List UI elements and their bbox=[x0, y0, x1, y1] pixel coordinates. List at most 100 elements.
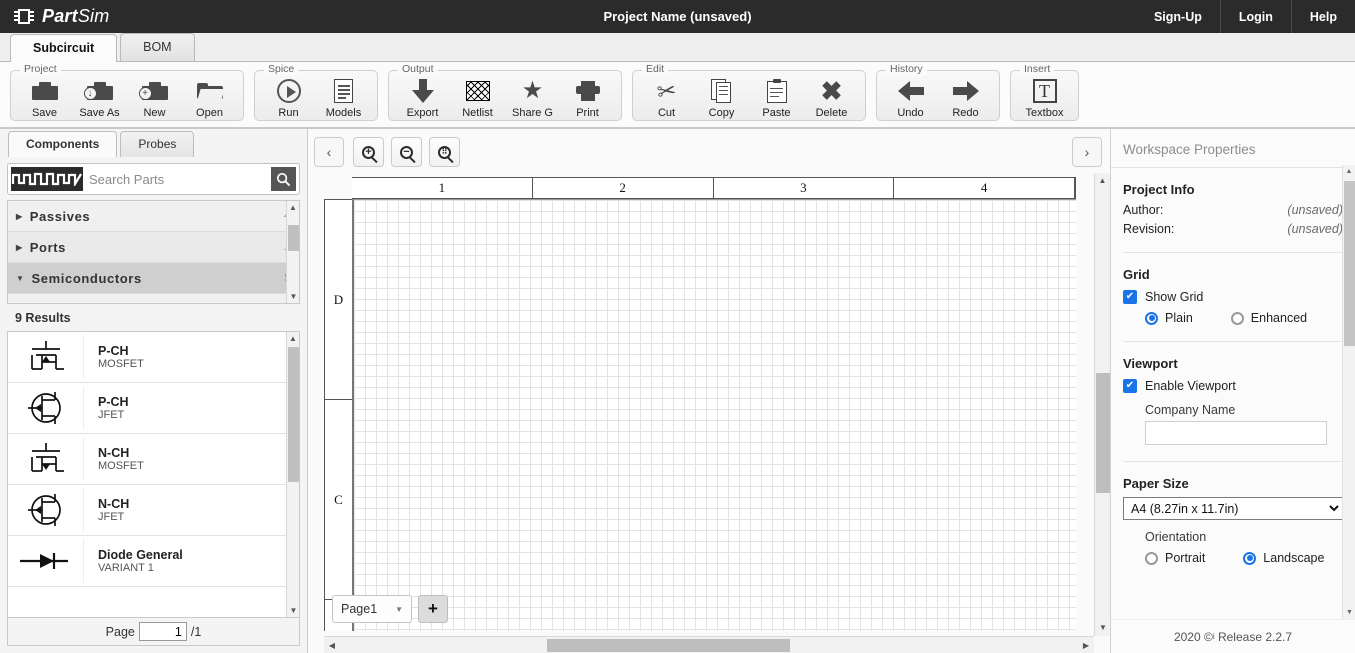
scroll-up-arrow-icon[interactable]: ▲ bbox=[1343, 165, 1355, 178]
search-icon[interactable] bbox=[271, 167, 296, 191]
author-row: Author: (unsaved) bbox=[1123, 203, 1343, 217]
models-button[interactable]: Models bbox=[316, 75, 371, 119]
list-item[interactable]: P-CH MOSFET bbox=[8, 332, 299, 383]
category-semiconductors[interactable]: ▼ Semiconductors 9 bbox=[8, 263, 299, 294]
scrollbar-thumb[interactable] bbox=[1096, 373, 1110, 493]
revision-value: (unsaved) bbox=[1287, 222, 1343, 236]
orientation-landscape-radio[interactable] bbox=[1243, 551, 1257, 565]
copy-button[interactable]: Copy bbox=[694, 75, 749, 119]
scrollbar-thumb[interactable] bbox=[288, 225, 299, 251]
list-item-subtitle: MOSFET bbox=[98, 357, 144, 370]
list-item[interactable]: N-CH JFET bbox=[8, 485, 299, 536]
save-as-button[interactable]: ↓ Save As bbox=[72, 75, 127, 119]
printer-icon bbox=[575, 78, 600, 104]
zoom-fit-button[interactable]: ⠿ bbox=[429, 137, 460, 167]
delete-button[interactable]: ✖ Delete bbox=[804, 75, 859, 119]
tab-subcircuit[interactable]: Subcircuit bbox=[10, 34, 118, 62]
brand-sim: Sim bbox=[77, 6, 110, 26]
collapse-left-panel-button[interactable]: ‹ bbox=[314, 137, 344, 167]
help-link[interactable]: Help bbox=[1290, 0, 1355, 33]
tab-probes[interactable]: Probes bbox=[120, 131, 195, 157]
paper-size-select[interactable]: A4 (8.27in x 11.7in)A3 (11.7in x 16.5in)… bbox=[1123, 497, 1343, 520]
orientation-landscape-label: Landscape bbox=[1263, 551, 1325, 565]
zoom-out-button[interactable]: − bbox=[391, 137, 422, 167]
zoom-in-button[interactable]: + bbox=[353, 137, 384, 167]
scroll-up-arrow-icon[interactable]: ▲ bbox=[1095, 173, 1110, 189]
folder-open-icon bbox=[196, 78, 225, 104]
tab-components[interactable]: Components bbox=[8, 131, 118, 157]
save-button[interactable]: Save bbox=[17, 75, 72, 119]
chip-icon bbox=[14, 9, 34, 24]
scroll-right-arrow-icon[interactable]: ▶ bbox=[1078, 641, 1094, 650]
category-sources[interactable]: ▶ Sources 7 bbox=[8, 294, 299, 303]
show-grid-label: Show Grid bbox=[1145, 290, 1204, 304]
scroll-up-arrow-icon[interactable]: ▲ bbox=[287, 332, 299, 345]
new-button[interactable]: + New bbox=[127, 75, 182, 119]
share-g-button[interactable]: ★ Share G bbox=[505, 75, 560, 120]
login-link[interactable]: Login bbox=[1219, 0, 1291, 33]
enable-viewport-row[interactable]: ✔ Enable Viewport bbox=[1123, 379, 1343, 393]
search-input[interactable] bbox=[83, 167, 271, 191]
grid-plain-label: Plain bbox=[1165, 311, 1193, 325]
scrollbar-thumb[interactable] bbox=[1344, 181, 1355, 346]
tab-bom[interactable]: BOM bbox=[120, 33, 195, 61]
textbox-button[interactable]: T Textbox bbox=[1017, 75, 1072, 119]
chevron-left-icon: ‹ bbox=[326, 144, 332, 160]
list-item-subtitle: JFET bbox=[98, 408, 125, 421]
diode-symbol bbox=[8, 539, 84, 583]
zoom-fit-icon: ⠿ bbox=[438, 145, 451, 159]
netlist-button[interactable]: Netlist bbox=[450, 75, 505, 119]
add-page-button[interactable]: + bbox=[418, 595, 448, 623]
expand-right-panel-button[interactable]: › bbox=[1072, 137, 1102, 167]
list-item[interactable]: N-CH MOSFET bbox=[8, 434, 299, 485]
page-selector-label: Page1 bbox=[341, 602, 378, 616]
results-scrollbar[interactable]: ▲ ▼ bbox=[286, 332, 299, 617]
scrollbar-thumb[interactable] bbox=[288, 347, 299, 482]
scrollbar-track[interactable] bbox=[340, 638, 1078, 652]
save-as-label: Save As bbox=[79, 107, 120, 119]
category-ports[interactable]: ▶ Ports 1 bbox=[8, 232, 299, 263]
page-number-input[interactable] bbox=[138, 622, 187, 641]
scroll-down-arrow-icon[interactable]: ▼ bbox=[1343, 606, 1355, 619]
print-button[interactable]: Print bbox=[560, 75, 615, 119]
scroll-down-arrow-icon[interactable]: ▼ bbox=[287, 604, 299, 617]
crosshatch-grid-icon bbox=[465, 78, 490, 104]
ruler-col-4: 4 bbox=[894, 178, 1075, 198]
grid-plain-radio[interactable] bbox=[1145, 311, 1158, 325]
footer-release: Release 2.2.7 bbox=[1217, 629, 1293, 644]
grid-enhanced-radio[interactable] bbox=[1230, 311, 1244, 325]
signup-link[interactable]: Sign-Up bbox=[1136, 0, 1220, 33]
scroll-up-arrow-icon[interactable]: ▲ bbox=[287, 201, 299, 214]
save-label: Save bbox=[31, 107, 58, 119]
export-button[interactable]: Export bbox=[395, 75, 450, 119]
page-selector[interactable]: Page1 ▼ bbox=[332, 595, 412, 623]
print-label: Print bbox=[576, 107, 599, 119]
schematic-canvas[interactable]: ‹ + − ⠿ › 1 2 3 4 D C Page1 ▼ + ▲ ▼ ◀ ▶ bbox=[308, 129, 1110, 653]
scroll-down-arrow-icon[interactable]: ▼ bbox=[1095, 620, 1110, 636]
undo-button[interactable]: Undo bbox=[883, 75, 938, 119]
author-label: Author: bbox=[1123, 203, 1164, 217]
redo-button[interactable]: Redo bbox=[938, 75, 993, 119]
app-header: PartSim Project Name (unsaved) Sign-Up L… bbox=[0, 0, 1355, 33]
list-item[interactable]: Diode General VARIANT 1 bbox=[8, 536, 299, 587]
plus-icon: + bbox=[428, 599, 438, 618]
scroll-down-arrow-icon[interactable]: ▼ bbox=[287, 290, 299, 303]
canvas-vertical-scrollbar[interactable]: ▲ ▼ bbox=[1094, 173, 1110, 636]
list-item[interactable]: P-CH JFET bbox=[8, 383, 299, 434]
category-scrollbar[interactable]: ▲ ▼ bbox=[286, 201, 299, 303]
paste-button[interactable]: Paste bbox=[749, 75, 804, 119]
scrollbar-thumb[interactable] bbox=[546, 638, 791, 652]
orientation-portrait-radio[interactable] bbox=[1145, 551, 1158, 565]
company-name-input[interactable] bbox=[1145, 421, 1327, 445]
enable-viewport-checkbox[interactable]: ✔ bbox=[1123, 379, 1137, 393]
show-grid-row[interactable]: ✔ Show Grid bbox=[1123, 290, 1343, 304]
run-button[interactable]: Run bbox=[261, 75, 316, 119]
show-grid-checkbox[interactable]: ✔ bbox=[1123, 290, 1137, 304]
category-passives[interactable]: ▶ Passives 4 bbox=[8, 201, 299, 232]
right-panel-scrollbar[interactable]: ▲ ▼ bbox=[1342, 165, 1355, 619]
canvas-horizontal-scrollbar[interactable]: ◀ ▶ bbox=[324, 636, 1094, 653]
scroll-left-arrow-icon[interactable]: ◀ bbox=[324, 641, 340, 650]
cut-button[interactable]: ✂ Cut bbox=[639, 75, 694, 119]
grid-sheet[interactable] bbox=[352, 199, 1076, 631]
open-button[interactable]: Open bbox=[182, 75, 237, 119]
